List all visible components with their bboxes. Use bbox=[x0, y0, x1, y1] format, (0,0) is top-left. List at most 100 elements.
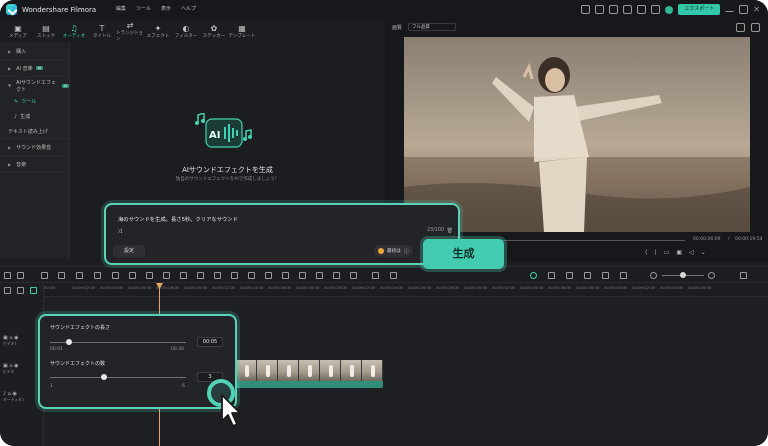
keyframe-icon[interactable] bbox=[197, 272, 204, 279]
mask-icon[interactable] bbox=[214, 272, 221, 279]
track-icon[interactable] bbox=[299, 272, 306, 279]
zoom-in-icon[interactable] bbox=[708, 272, 715, 279]
crop-icon[interactable] bbox=[112, 272, 119, 279]
sidebar-item-ai-sfx[interactable]: ▼ AIサウンドエフェクト AI bbox=[0, 77, 69, 94]
tab-transitions[interactable]: ⇄ トランジション bbox=[116, 19, 144, 43]
avatar[interactable] bbox=[665, 5, 674, 14]
speed-icon[interactable] bbox=[146, 272, 153, 279]
export-button[interactable]: エクスポート bbox=[678, 4, 721, 15]
save-icon[interactable] bbox=[595, 5, 605, 14]
credits-pill[interactable]: 最初は ⓘ bbox=[374, 245, 413, 257]
generate-button[interactable]: 生成 bbox=[423, 239, 504, 269]
freeze-icon[interactable] bbox=[333, 272, 340, 279]
duration-label: サウンドエフェクトの長さ bbox=[50, 325, 111, 331]
sidebar-item-music[interactable]: ▶ 音楽 bbox=[0, 156, 69, 173]
magnet-icon[interactable] bbox=[30, 287, 37, 294]
tab-templates[interactable]: ▦ テンプレート bbox=[228, 19, 256, 43]
ruler-tick-label: 00:00:18:00 bbox=[296, 285, 320, 290]
menu-edit[interactable]: 編集 bbox=[116, 5, 126, 12]
render-preview-icon[interactable] bbox=[530, 272, 537, 279]
trash-icon[interactable]: 🗑 bbox=[447, 228, 453, 234]
audio-sidebar: ▶ 購入 ▶ AI 音楽 AI ▼ AIサウンドエフェクト AI ✎ ツール ♪ 生成 テキス… bbox=[0, 43, 70, 259]
maximize-icon[interactable] bbox=[739, 5, 749, 14]
video-preview[interactable] bbox=[404, 37, 750, 232]
tab-titles[interactable]: T タイトル bbox=[88, 19, 116, 43]
prev-frame-icon[interactable]: ⟨ bbox=[645, 249, 647, 256]
upload-icon[interactable] bbox=[623, 5, 633, 14]
cloud-icon[interactable] bbox=[609, 5, 619, 14]
gift-icon[interactable] bbox=[651, 5, 661, 14]
headphones-icon[interactable] bbox=[637, 5, 647, 14]
redo-icon[interactable] bbox=[58, 272, 65, 279]
group-icon[interactable] bbox=[372, 272, 379, 279]
screen-icon[interactable] bbox=[581, 5, 591, 14]
tab-effects[interactable]: ✦ エフェクト bbox=[144, 19, 172, 43]
tab-media[interactable]: ▣ メディア bbox=[4, 19, 32, 43]
split-icon[interactable] bbox=[316, 272, 323, 279]
snap-icon[interactable] bbox=[602, 272, 609, 279]
ai-tool-icon[interactable] bbox=[282, 272, 289, 279]
tab-stickers[interactable]: ✿ ステッカー bbox=[200, 19, 228, 43]
add-track-icon[interactable] bbox=[4, 287, 11, 294]
cut-icon[interactable] bbox=[94, 272, 101, 279]
link-icon[interactable] bbox=[17, 287, 24, 294]
ungroup-icon[interactable] bbox=[390, 272, 397, 279]
minimize-icon[interactable] bbox=[725, 7, 735, 12]
motion-icon[interactable] bbox=[265, 272, 272, 279]
screen-record-icon[interactable] bbox=[620, 272, 627, 279]
quality-select[interactable]: フル品質 bbox=[408, 23, 457, 31]
video-clip[interactable] bbox=[236, 360, 383, 388]
sidebar-item-tts[interactable]: テキスト読み上げ bbox=[0, 124, 69, 139]
clip-frame bbox=[362, 360, 383, 381]
text-icon[interactable] bbox=[129, 272, 136, 279]
shuffle-icon[interactable]: ⤨ bbox=[117, 228, 122, 236]
zoom-out-icon[interactable] bbox=[650, 272, 657, 279]
more-icon[interactable]: ⌄ bbox=[701, 249, 706, 256]
volume-icon[interactable]: ◁ bbox=[689, 249, 694, 256]
voiceover-icon[interactable] bbox=[584, 272, 591, 279]
clip-frame bbox=[341, 360, 362, 381]
menu-view[interactable]: 表示 bbox=[161, 5, 171, 12]
close-icon[interactable]: ✕ bbox=[753, 5, 760, 14]
track-head-ruler bbox=[0, 283, 44, 297]
render-icon[interactable]: ▭ bbox=[664, 249, 670, 256]
sidebar-item-tools[interactable]: ✎ ツール bbox=[0, 94, 69, 109]
stabilize-icon[interactable] bbox=[248, 272, 255, 279]
marker-icon[interactable] bbox=[548, 272, 555, 279]
duration-slider-knob[interactable] bbox=[66, 339, 73, 345]
tab-filters[interactable]: ◐ フィルター bbox=[172, 19, 200, 43]
tab-stock[interactable]: ▤ ストック bbox=[32, 19, 60, 43]
mic-icon[interactable] bbox=[566, 272, 573, 279]
zoom-slider-knob[interactable] bbox=[680, 272, 686, 278]
duration-value[interactable]: 00:05 bbox=[197, 337, 223, 347]
fit-icon[interactable] bbox=[740, 272, 747, 279]
preview-progress[interactable] bbox=[485, 240, 685, 241]
transform-icon[interactable] bbox=[231, 272, 238, 279]
audio-edit-icon[interactable] bbox=[180, 272, 187, 279]
ruler-tick-label: 00:00:34:00 bbox=[520, 285, 544, 290]
menu-help[interactable]: ヘルプ bbox=[181, 5, 196, 12]
sidebar-item-purchased[interactable]: ▶ 購入 bbox=[0, 43, 69, 60]
select-icon[interactable] bbox=[17, 272, 24, 279]
export-frame-icon[interactable] bbox=[350, 272, 357, 279]
undo-icon[interactable] bbox=[41, 272, 48, 279]
color-icon[interactable] bbox=[163, 272, 170, 279]
sidebar-item-generate[interactable]: ♪ 生成 bbox=[0, 109, 69, 124]
sticker-icon: ✿ bbox=[210, 23, 218, 33]
layout-icon[interactable] bbox=[4, 272, 11, 279]
delete-icon[interactable] bbox=[76, 272, 83, 279]
count-slider-knob[interactable] bbox=[101, 374, 108, 380]
prompt-input[interactable]: 海のサウンドを生成。長さ5秒。クリアなサウンド bbox=[118, 215, 238, 223]
ruler-ticks: 00:00 00:00:02:00 00:00:04:00 00:00:06:00 00… bbox=[44, 285, 768, 293]
next-frame-icon[interactable]: ⟩ bbox=[654, 249, 656, 256]
fullscreen-icon[interactable] bbox=[751, 23, 760, 32]
camera-icon[interactable]: ▣ bbox=[676, 249, 682, 256]
count-slider[interactable] bbox=[50, 377, 186, 378]
settings-button[interactable]: 設定 bbox=[113, 245, 145, 257]
sidebar-item-ai-music[interactable]: ▶ AI 音楽 AI bbox=[0, 60, 69, 77]
menu-tools[interactable]: ツール bbox=[136, 5, 151, 12]
timeline-ruler[interactable]: 00:00 00:00:02:00 00:00:04:00 00:00:06:00 00… bbox=[44, 283, 768, 297]
sidebar-item-sound-effects[interactable]: ▶ サウンド効果音 bbox=[0, 139, 69, 156]
tab-audio[interactable]: ♫ オーディオ bbox=[60, 19, 88, 43]
snapshot-icon[interactable] bbox=[736, 23, 745, 32]
